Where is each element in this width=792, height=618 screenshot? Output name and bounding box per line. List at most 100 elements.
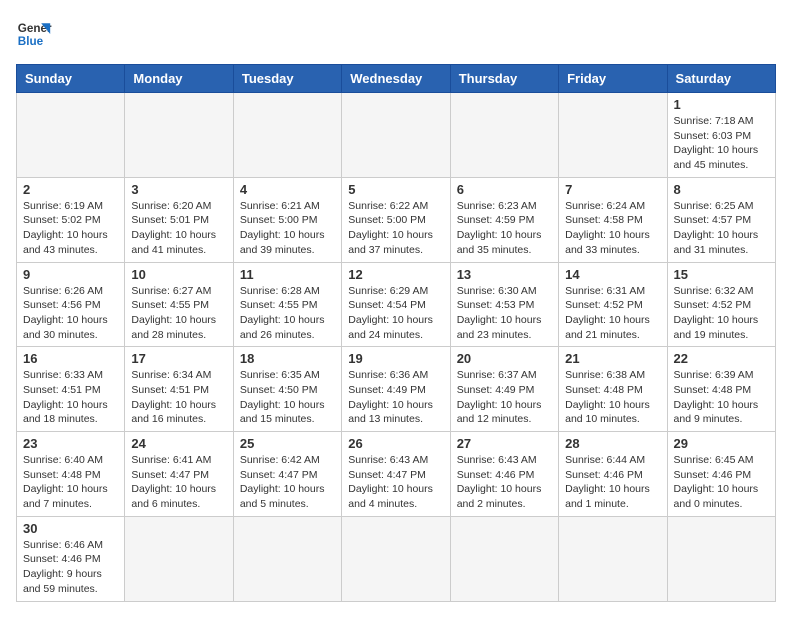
calendar-cell bbox=[450, 93, 558, 178]
calendar-week-row: 9 Sunrise: 6:26 AM Sunset: 4:56 PM Daylig… bbox=[17, 262, 776, 347]
calendar-cell: 2Sunrise: 6:19 AM Sunset: 5:02 PM Daylig… bbox=[17, 177, 125, 262]
calendar-cell: 29 Sunrise: 6:45 AM Sunset: 4:46 PM Dayli… bbox=[667, 432, 775, 517]
day-number: 27 bbox=[457, 436, 552, 451]
day-info: Sunrise: 6:40 AM Sunset: 4:48 PM Dayligh… bbox=[23, 453, 118, 512]
day-number: 25 bbox=[240, 436, 335, 451]
calendar-cell: 25 Sunrise: 6:42 AM Sunset: 4:47 PM Dayli… bbox=[233, 432, 341, 517]
calendar-cell bbox=[342, 93, 450, 178]
day-number: 29 bbox=[674, 436, 769, 451]
calendar-cell: 11Sunrise: 6:28 AM Sunset: 4:55 PM Dayli… bbox=[233, 262, 341, 347]
calendar-cell bbox=[667, 516, 775, 601]
day-number: 3 bbox=[131, 182, 226, 197]
day-number: 24 bbox=[131, 436, 226, 451]
calendar-cell bbox=[233, 93, 341, 178]
day-info: Sunrise: 6:45 AM Sunset: 4:46 PM Dayligh… bbox=[674, 453, 769, 512]
day-number: 12 bbox=[348, 267, 443, 282]
calendar-week-row: 1 Sunrise: 7:18 AM Sunset: 6:03 PM Daylig… bbox=[17, 93, 776, 178]
calendar-cell: 6 Sunrise: 6:23 AM Sunset: 4:59 PM Daylig… bbox=[450, 177, 558, 262]
calendar-cell bbox=[233, 516, 341, 601]
day-info: Sunrise: 6:42 AM Sunset: 4:47 PM Dayligh… bbox=[240, 453, 335, 512]
day-info: Sunrise: 6:43 AM Sunset: 4:47 PM Dayligh… bbox=[348, 453, 443, 512]
day-number: 26 bbox=[348, 436, 443, 451]
day-number: 10 bbox=[131, 267, 226, 282]
day-info: Sunrise: 6:39 AM Sunset: 4:48 PM Dayligh… bbox=[674, 368, 769, 427]
day-info: Sunrise: 6:21 AM Sunset: 5:00 PM Dayligh… bbox=[240, 199, 335, 258]
day-number: 22 bbox=[674, 351, 769, 366]
day-number: 9 bbox=[23, 267, 118, 282]
day-number: 23 bbox=[23, 436, 118, 451]
calendar-cell: 15 Sunrise: 6:32 AM Sunset: 4:52 PM Dayli… bbox=[667, 262, 775, 347]
day-info: Sunrise: 6:23 AM Sunset: 4:59 PM Dayligh… bbox=[457, 199, 552, 258]
day-number: 2 bbox=[23, 182, 118, 197]
day-info: Sunrise: 6:20 AM Sunset: 5:01 PM Dayligh… bbox=[131, 199, 226, 258]
day-number: 6 bbox=[457, 182, 552, 197]
calendar-cell: 10 Sunrise: 6:27 AM Sunset: 4:55 PM Dayli… bbox=[125, 262, 233, 347]
day-number: 7 bbox=[565, 182, 660, 197]
calendar-week-row: 30Sunrise: 6:46 AM Sunset: 4:46 PM Dayli… bbox=[17, 516, 776, 601]
day-number: 30 bbox=[23, 521, 118, 536]
calendar-cell: 8Sunrise: 6:25 AM Sunset: 4:57 PM Daylig… bbox=[667, 177, 775, 262]
calendar-cell: 28Sunrise: 6:44 AM Sunset: 4:46 PM Dayli… bbox=[559, 432, 667, 517]
calendar-cell: 4 Sunrise: 6:21 AM Sunset: 5:00 PM Daylig… bbox=[233, 177, 341, 262]
header-wednesday: Wednesday bbox=[342, 65, 450, 93]
calendar-cell: 7 Sunrise: 6:24 AM Sunset: 4:58 PM Daylig… bbox=[559, 177, 667, 262]
day-info: Sunrise: 6:25 AM Sunset: 4:57 PM Dayligh… bbox=[674, 199, 769, 258]
header-saturday: Saturday bbox=[667, 65, 775, 93]
logo-icon: General Blue bbox=[16, 16, 52, 52]
day-info: Sunrise: 6:26 AM Sunset: 4:56 PM Dayligh… bbox=[23, 284, 118, 343]
day-info: Sunrise: 6:22 AM Sunset: 5:00 PM Dayligh… bbox=[348, 199, 443, 258]
day-number: 4 bbox=[240, 182, 335, 197]
day-info: Sunrise: 6:36 AM Sunset: 4:49 PM Dayligh… bbox=[348, 368, 443, 427]
day-info: Sunrise: 6:44 AM Sunset: 4:46 PM Dayligh… bbox=[565, 453, 660, 512]
day-number: 16 bbox=[23, 351, 118, 366]
calendar-cell: 1 Sunrise: 7:18 AM Sunset: 6:03 PM Daylig… bbox=[667, 93, 775, 178]
calendar-cell: 9 Sunrise: 6:26 AM Sunset: 4:56 PM Daylig… bbox=[17, 262, 125, 347]
svg-text:Blue: Blue bbox=[18, 35, 44, 48]
day-info: Sunrise: 6:27 AM Sunset: 4:55 PM Dayligh… bbox=[131, 284, 226, 343]
calendar-cell bbox=[17, 93, 125, 178]
day-info: Sunrise: 6:38 AM Sunset: 4:48 PM Dayligh… bbox=[565, 368, 660, 427]
calendar-cell: 13 Sunrise: 6:30 AM Sunset: 4:53 PM Dayli… bbox=[450, 262, 558, 347]
calendar-cell: 26 Sunrise: 6:43 AM Sunset: 4:47 PM Dayli… bbox=[342, 432, 450, 517]
header-tuesday: Tuesday bbox=[233, 65, 341, 93]
calendar-header-row: SundayMondayTuesdayWednesdayThursdayFrid… bbox=[17, 65, 776, 93]
header-monday: Monday bbox=[125, 65, 233, 93]
header-friday: Friday bbox=[559, 65, 667, 93]
day-number: 15 bbox=[674, 267, 769, 282]
calendar-cell: 27Sunrise: 6:43 AM Sunset: 4:46 PM Dayli… bbox=[450, 432, 558, 517]
calendar-cell: 18 Sunrise: 6:35 AM Sunset: 4:50 PM Dayli… bbox=[233, 347, 341, 432]
calendar-cell: 21Sunrise: 6:38 AM Sunset: 4:48 PM Dayli… bbox=[559, 347, 667, 432]
calendar-cell: 19Sunrise: 6:36 AM Sunset: 4:49 PM Dayli… bbox=[342, 347, 450, 432]
day-number: 18 bbox=[240, 351, 335, 366]
day-info: Sunrise: 7:18 AM Sunset: 6:03 PM Dayligh… bbox=[674, 114, 769, 173]
calendar-cell bbox=[342, 516, 450, 601]
day-number: 5 bbox=[348, 182, 443, 197]
calendar-cell bbox=[559, 93, 667, 178]
logo: General Blue bbox=[16, 16, 52, 52]
day-number: 13 bbox=[457, 267, 552, 282]
calendar-week-row: 16Sunrise: 6:33 AM Sunset: 4:51 PM Dayli… bbox=[17, 347, 776, 432]
calendar-cell bbox=[125, 516, 233, 601]
day-info: Sunrise: 6:41 AM Sunset: 4:47 PM Dayligh… bbox=[131, 453, 226, 512]
day-info: Sunrise: 6:32 AM Sunset: 4:52 PM Dayligh… bbox=[674, 284, 769, 343]
day-info: Sunrise: 6:30 AM Sunset: 4:53 PM Dayligh… bbox=[457, 284, 552, 343]
calendar-cell: 24 Sunrise: 6:41 AM Sunset: 4:47 PM Dayli… bbox=[125, 432, 233, 517]
calendar-cell: 16Sunrise: 6:33 AM Sunset: 4:51 PM Dayli… bbox=[17, 347, 125, 432]
header-thursday: Thursday bbox=[450, 65, 558, 93]
calendar-cell: 30Sunrise: 6:46 AM Sunset: 4:46 PM Dayli… bbox=[17, 516, 125, 601]
calendar-cell: 5 Sunrise: 6:22 AM Sunset: 5:00 PM Daylig… bbox=[342, 177, 450, 262]
day-number: 14 bbox=[565, 267, 660, 282]
calendar-cell: 17Sunrise: 6:34 AM Sunset: 4:51 PM Dayli… bbox=[125, 347, 233, 432]
day-info: Sunrise: 6:29 AM Sunset: 4:54 PM Dayligh… bbox=[348, 284, 443, 343]
day-number: 20 bbox=[457, 351, 552, 366]
day-number: 1 bbox=[674, 97, 769, 112]
day-number: 17 bbox=[131, 351, 226, 366]
day-info: Sunrise: 6:24 AM Sunset: 4:58 PM Dayligh… bbox=[565, 199, 660, 258]
calendar-table: SundayMondayTuesdayWednesdayThursdayFrid… bbox=[16, 64, 776, 602]
day-info: Sunrise: 6:35 AM Sunset: 4:50 PM Dayligh… bbox=[240, 368, 335, 427]
calendar-week-row: 23 Sunrise: 6:40 AM Sunset: 4:48 PM Dayli… bbox=[17, 432, 776, 517]
day-info: Sunrise: 6:31 AM Sunset: 4:52 PM Dayligh… bbox=[565, 284, 660, 343]
header-sunday: Sunday bbox=[17, 65, 125, 93]
day-number: 11 bbox=[240, 267, 335, 282]
calendar-cell: 20Sunrise: 6:37 AM Sunset: 4:49 PM Dayli… bbox=[450, 347, 558, 432]
